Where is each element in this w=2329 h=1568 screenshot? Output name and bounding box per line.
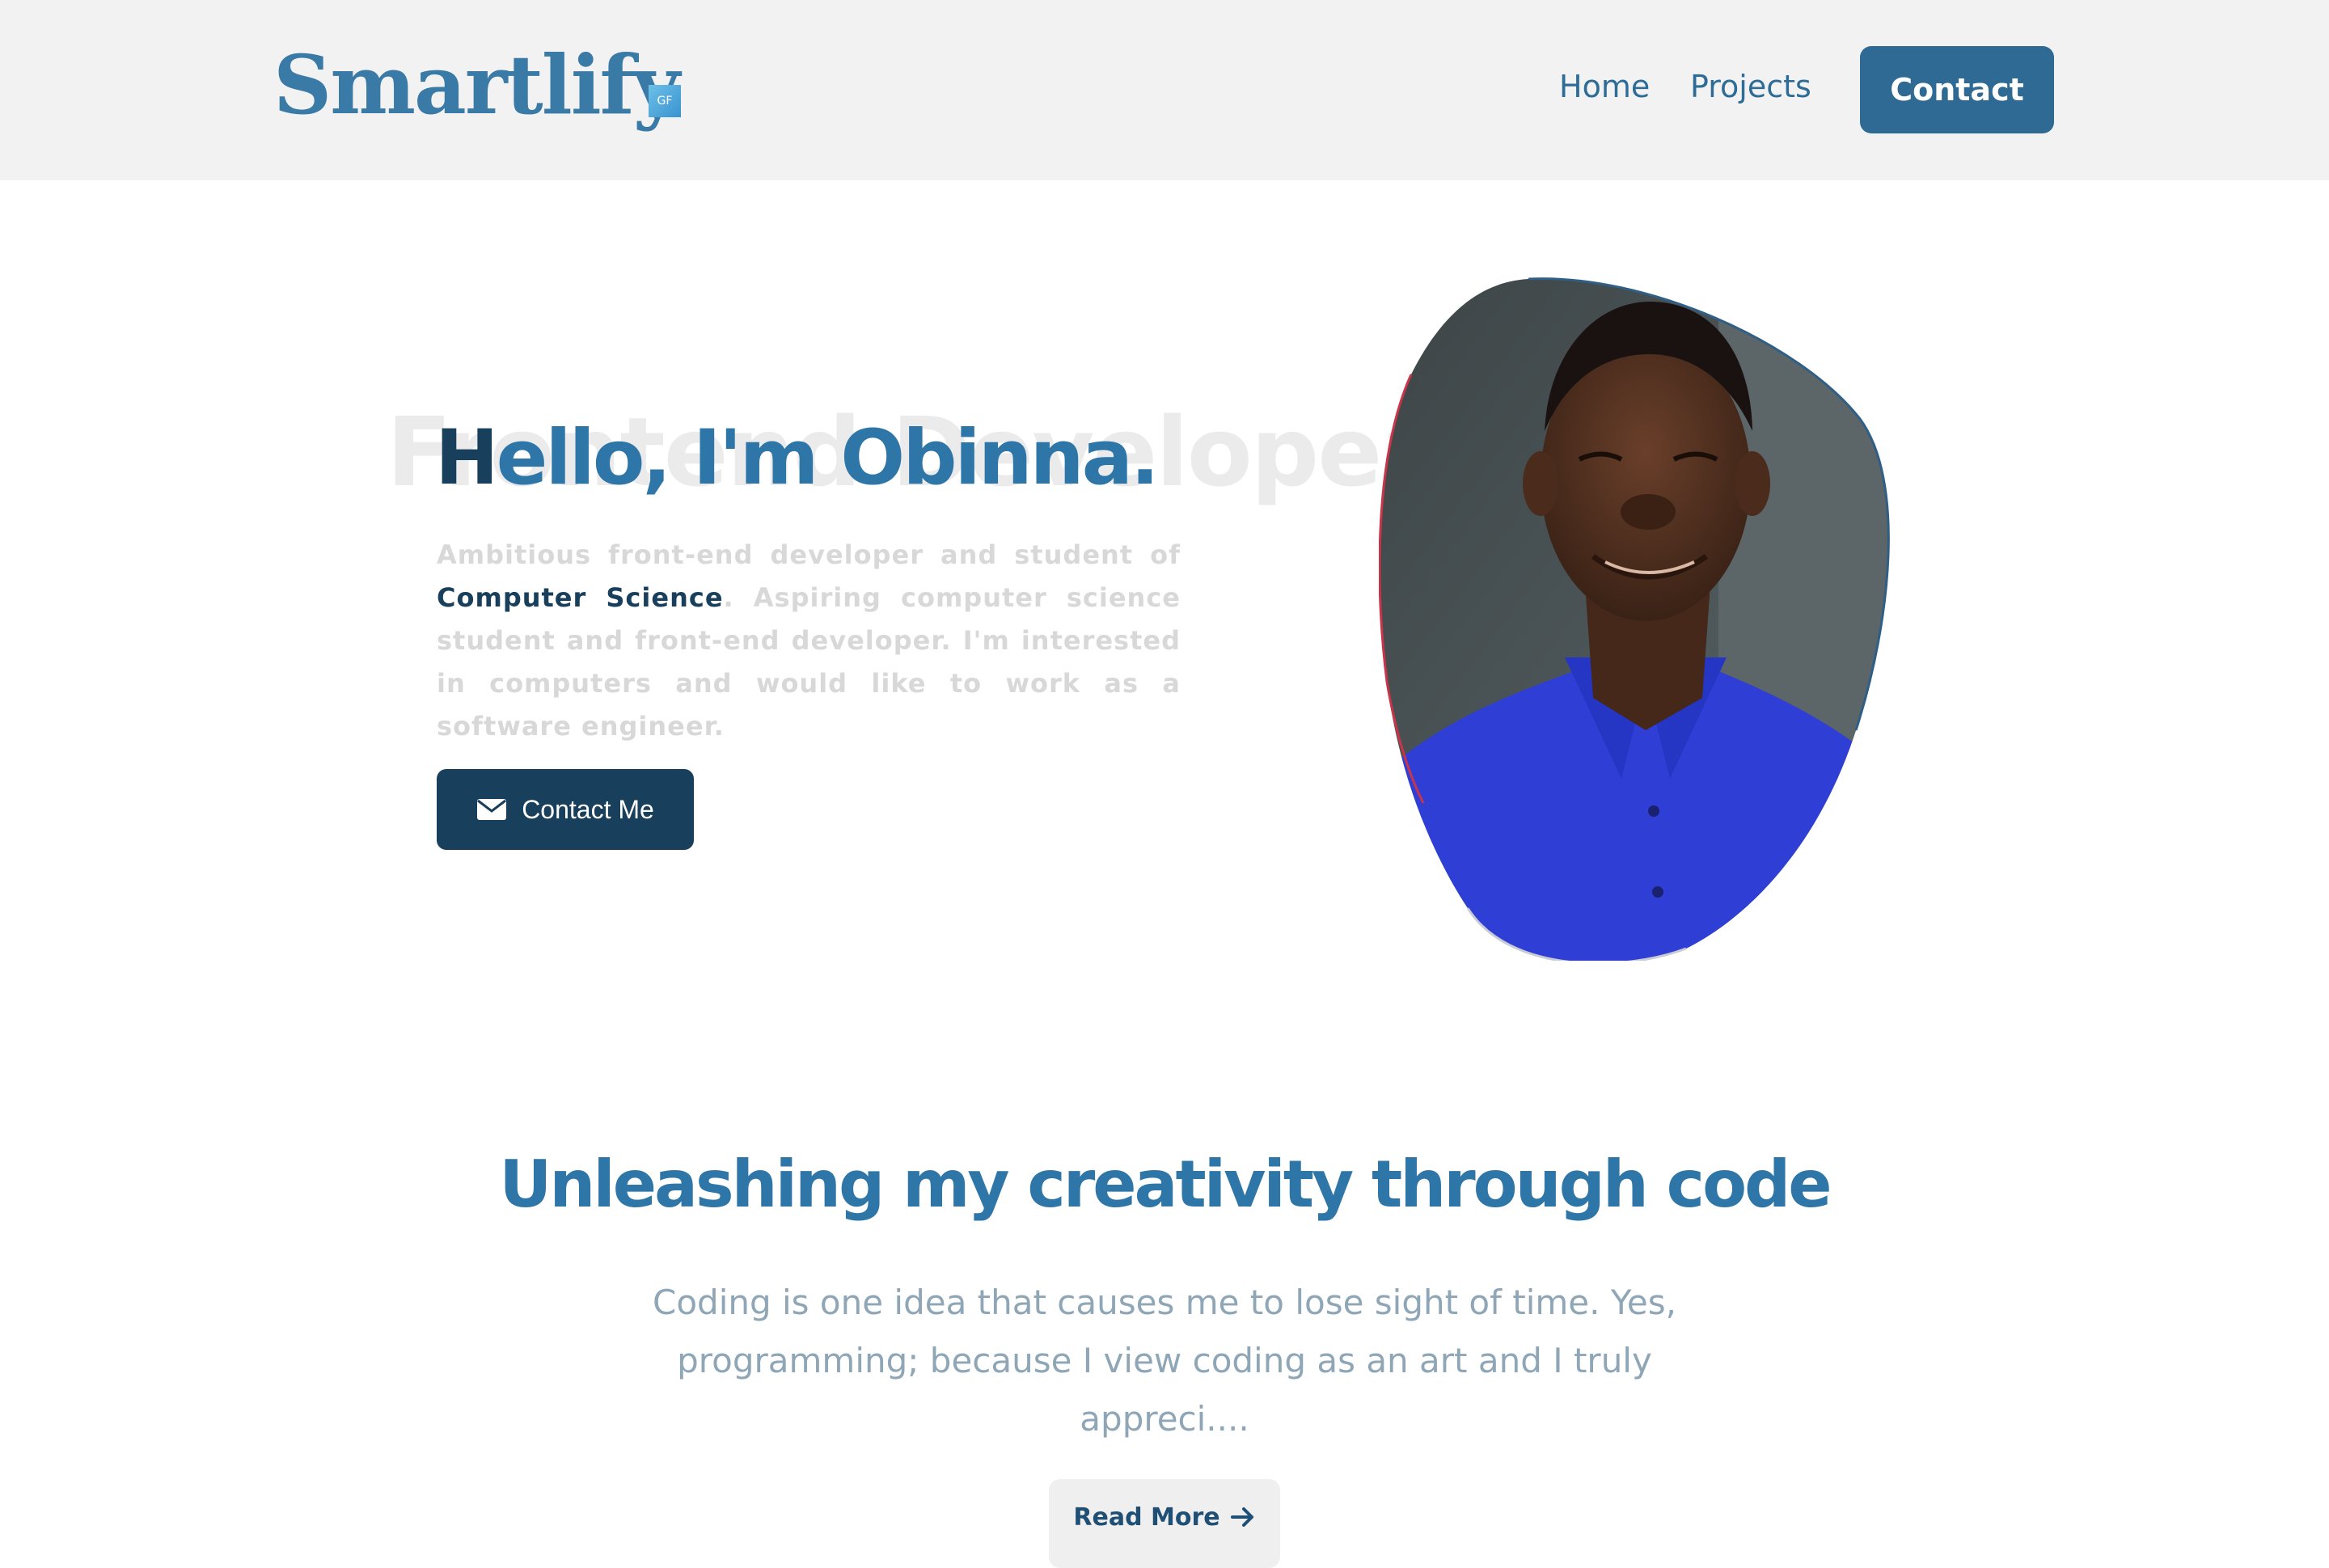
hero-title-rest: ello, I'm Obinna. — [496, 414, 1160, 502]
section-description: Coding is one idea that causes me to los… — [653, 1283, 1676, 1439]
logo[interactable]: Smartlify — [273, 44, 680, 125]
envelope-icon — [477, 799, 507, 820]
read-more-label: Read More — [1073, 1502, 1220, 1532]
hero-title: Hello, I'm Obinna. — [435, 421, 1160, 497]
nav-projects-link[interactable]: Projects — [1690, 71, 1811, 102]
section-title: Unleashing my creativity through code — [499, 1147, 1832, 1222]
read-more-button[interactable]: Read More — [1049, 1479, 1280, 1568]
nav-home-link[interactable]: Home — [1559, 71, 1650, 102]
site-header: Smartlify GF Home Projects Contact — [0, 0, 2329, 180]
profile-photo — [1379, 277, 1890, 961]
arrow-right-icon — [1230, 1507, 1253, 1527]
hero-desc-highlight: Computer Science — [437, 582, 724, 613]
hero-title-first-letter: H — [435, 414, 499, 502]
contact-me-button[interactable]: Contact Me — [437, 769, 694, 850]
nav-contact-button[interactable]: Contact — [1860, 46, 2054, 133]
hero-description: Ambitious front-end developer and studen… — [437, 534, 1181, 748]
hero-desc-part1: Ambitious front-end developer and studen… — [437, 539, 1181, 570]
contact-me-label: Contact Me — [522, 794, 654, 824]
logo-badge-icon: GF — [649, 85, 681, 117]
